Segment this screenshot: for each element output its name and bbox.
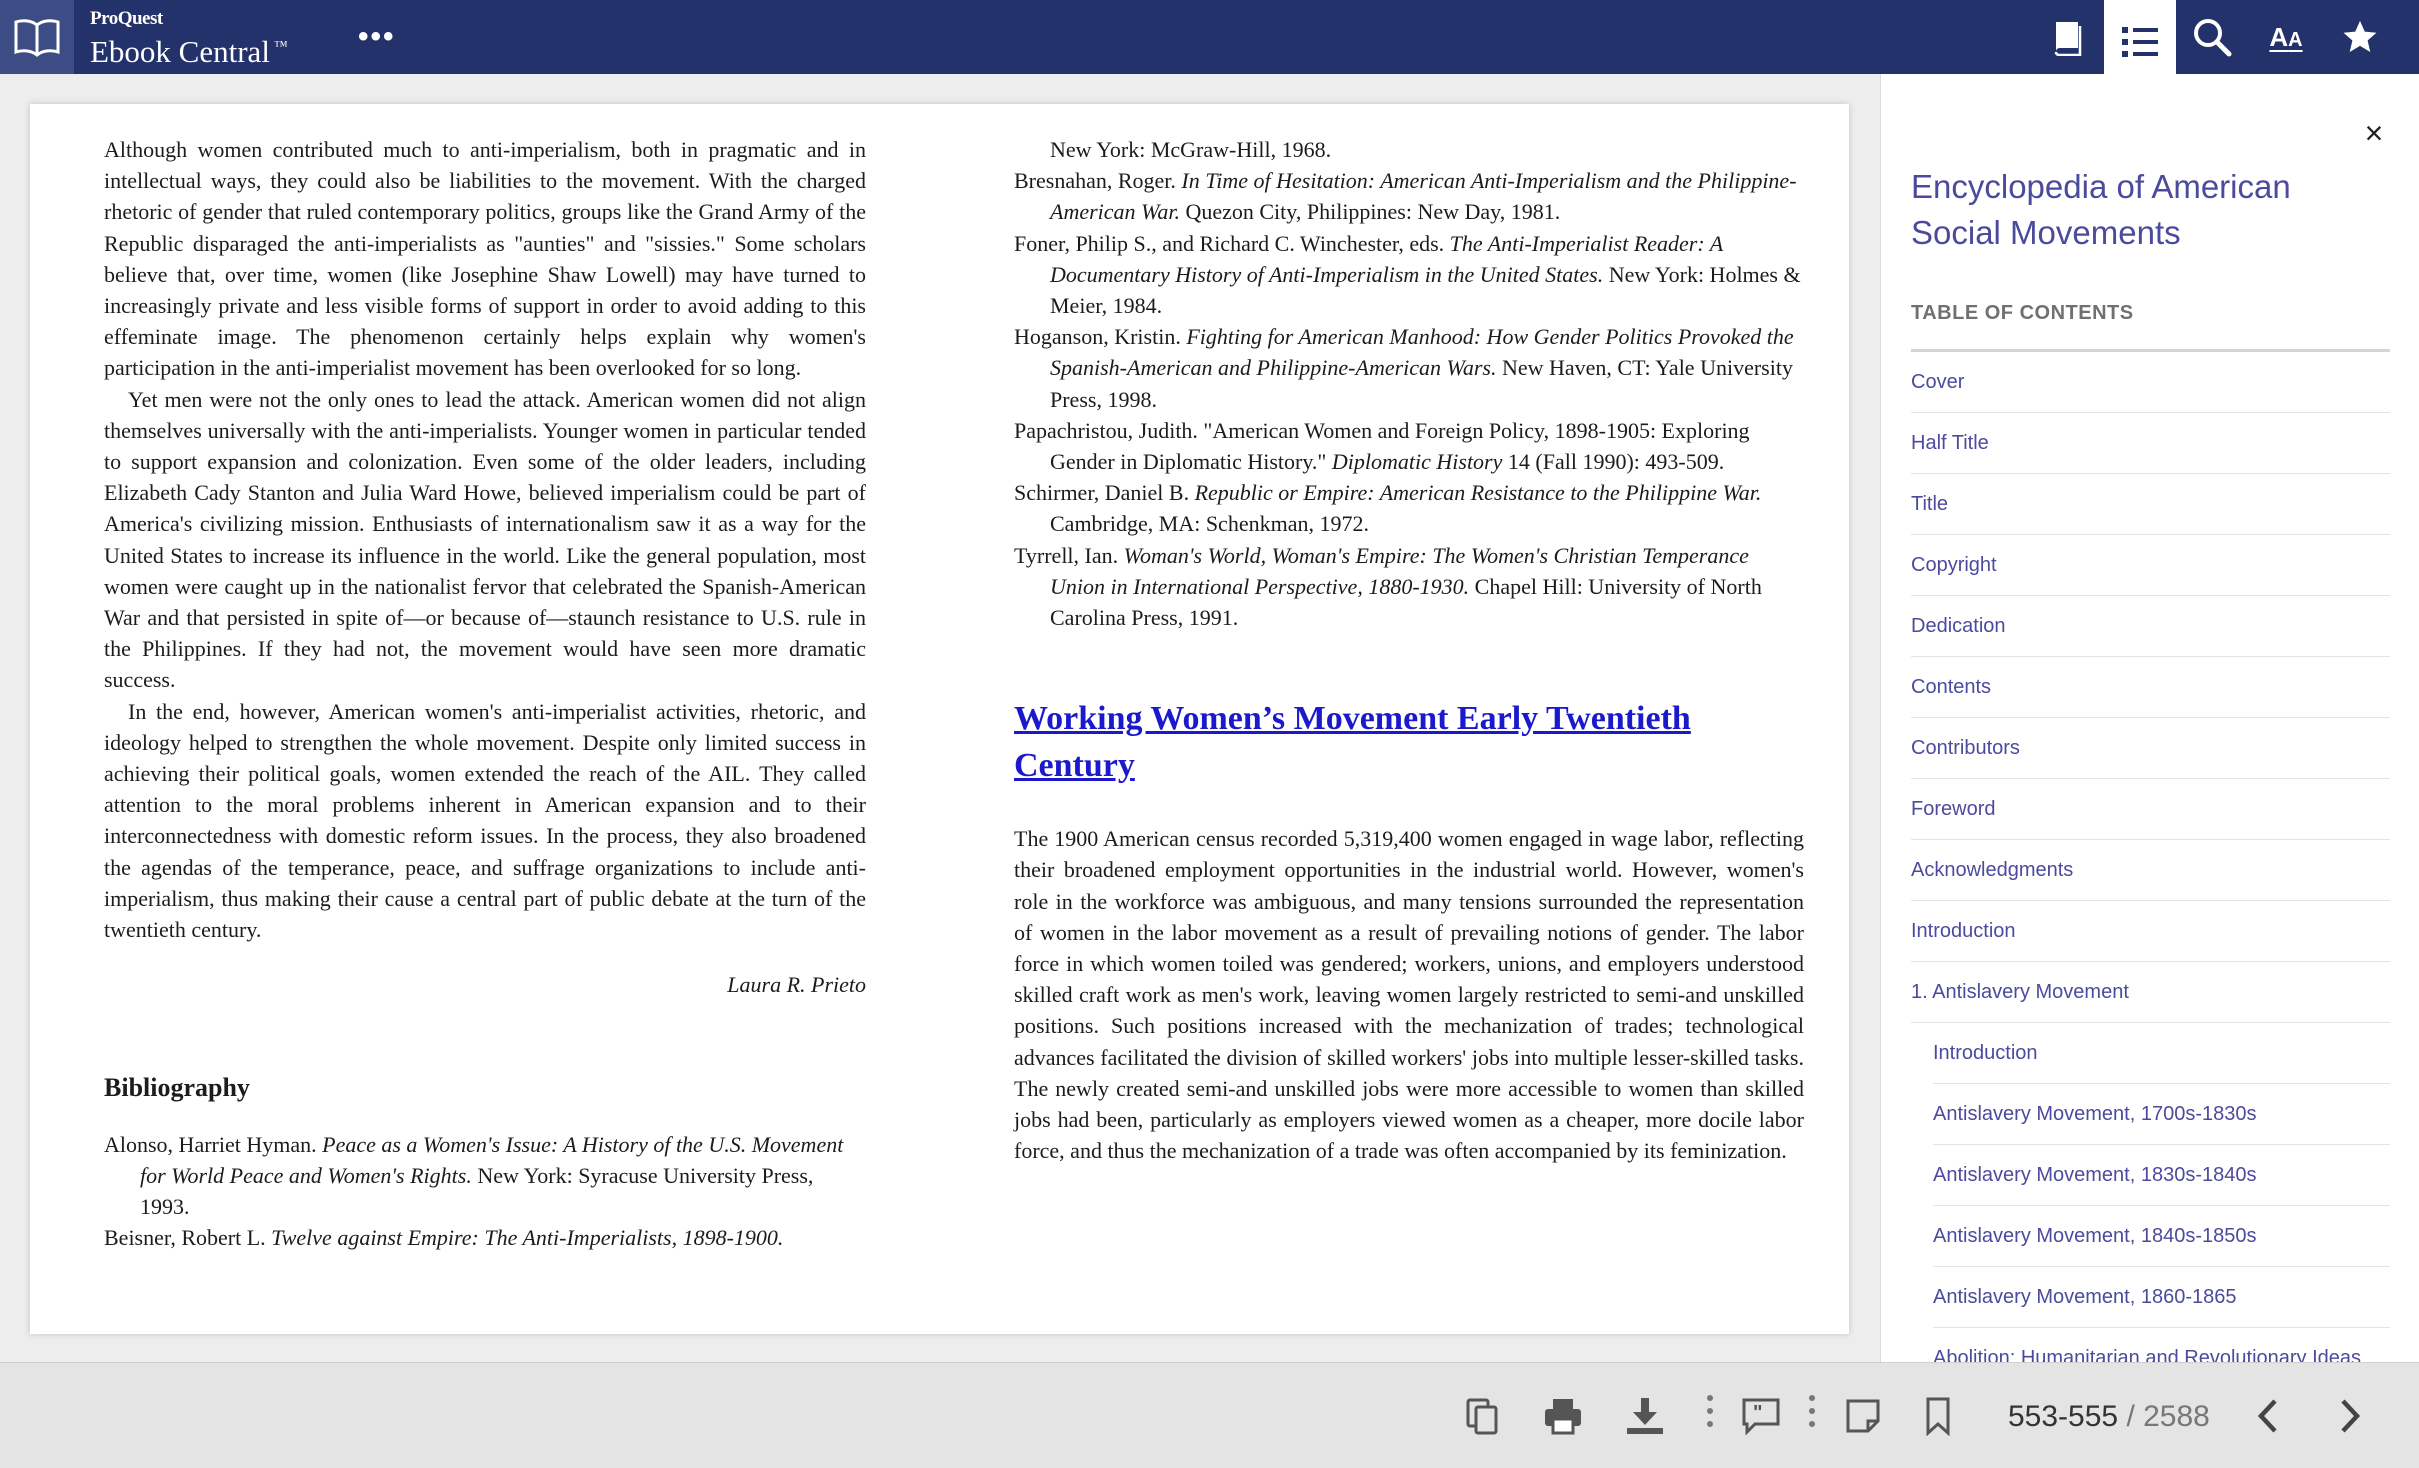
separator-dots: [1807, 1395, 1817, 1434]
bottom-toolbar: " 553-555 / 2588: [0, 1362, 2419, 1468]
ebook-page: Although women contributed much to anti-…: [30, 104, 1849, 1334]
page-total: 2588: [2143, 1400, 2210, 1433]
previous-page-icon[interactable]: [2245, 1393, 2291, 1439]
toc-item[interactable]: Introduction: [1911, 901, 2390, 962]
bibliography-entry: Beisner, Robert L. Twelve against Empire…: [104, 1225, 784, 1251]
toc-item[interactable]: Dedication: [1911, 596, 2390, 657]
toc-item[interactable]: Acknowledgments: [1911, 840, 2390, 901]
more-options-icon[interactable]: •••: [358, 18, 396, 56]
open-book-logo-icon[interactable]: [0, 0, 74, 74]
paragraph: Yet men were not the only ones to lead t…: [104, 386, 866, 693]
bibliography-entry: Papachristou, Judith. "American Women an…: [1014, 417, 1750, 475]
toc-item[interactable]: Contents: [1911, 657, 2390, 718]
article-author: Laura R. Prieto: [727, 972, 866, 998]
toc-item[interactable]: Antislavery Movement, 1860-1865: [1933, 1267, 2390, 1328]
search-icon[interactable]: [2176, 0, 2248, 74]
bibliography-entry: Bresnahan, Roger. In Time of Hesitation:…: [1014, 168, 1797, 225]
brand-company: ProQuest: [90, 8, 163, 29]
download-icon[interactable]: [1622, 1393, 1668, 1439]
brand[interactable]: ProQuest Ebook Central ™: [90, 8, 288, 69]
next-page-icon[interactable]: [2327, 1393, 2373, 1439]
separator-dots: [1705, 1395, 1715, 1434]
bibliography-entry: Alonso, Harriet Hyman. Peace as a Women'…: [104, 1131, 844, 1220]
toc-item[interactable]: Half Title: [1911, 413, 2390, 474]
page-indicator: 553-555 / 2588: [2008, 1397, 2210, 1437]
toc-heading: TABLE OF CONTENTS: [1911, 302, 2134, 324]
trademark-symbol: ™: [273, 39, 288, 54]
table-of-contents-icon[interactable]: [2104, 0, 2176, 84]
toc-item[interactable]: 1. Antislavery Movement: [1911, 962, 2390, 1023]
print-icon[interactable]: [1540, 1393, 1586, 1439]
bookmark-icon[interactable]: [1915, 1393, 1961, 1439]
left-column: Although women contributed much to anti-…: [104, 134, 866, 1254]
page-range: 553-555: [2008, 1400, 2119, 1433]
toc-list: Cover Half Title Title Copyright Dedication C…: [1911, 352, 2390, 1362]
svg-text:": ": [1753, 1402, 1762, 1424]
paragraph: In the end, however, American women's an…: [104, 698, 866, 943]
bibliography-heading: Bibliography: [104, 1073, 250, 1103]
right-column: New York: McGraw-Hill, 1968. Bresnahan, …: [1014, 134, 1804, 1166]
add-note-icon[interactable]: [1840, 1393, 1886, 1439]
book-view-icon[interactable]: [2032, 0, 2104, 74]
toc-item[interactable]: Antislavery Movement, 1830s-1840s: [1933, 1145, 2390, 1206]
toc-item[interactable]: Abolition: Humanitarian and Revolutionar…: [1933, 1328, 2390, 1362]
paragraph: The 1900 American census recorded 5,319,…: [1014, 826, 1804, 1164]
toc-item[interactable]: Copyright: [1911, 535, 2390, 596]
page-separator: /: [2118, 1400, 2144, 1433]
toc-item[interactable]: Antislavery Movement, 1700s-1830s: [1933, 1084, 2390, 1145]
toc-item[interactable]: Antislavery Movement, 1840s-1850s: [1933, 1206, 2390, 1267]
brand-product-name: Ebook Central: [90, 34, 270, 69]
toc-item[interactable]: Cover: [1911, 352, 2390, 413]
bibliography-entry: Hoganson, Kristin. Fighting for American…: [1014, 324, 1794, 412]
copy-icon[interactable]: [1460, 1393, 1506, 1439]
favorite-star-icon[interactable]: [2324, 0, 2396, 74]
toc-item[interactable]: Foreword: [1911, 779, 2390, 840]
text-size-small-letter: A: [2288, 28, 2303, 51]
top-bar: ProQuest Ebook Central ™ ••• AA: [0, 0, 2419, 84]
bibliography-entry-continued: New York: McGraw-Hill, 1968.: [1050, 137, 1332, 162]
bibliography-entry: Foner, Philip S., and Richard C. Winches…: [1014, 230, 1801, 319]
cite-icon[interactable]: ": [1738, 1393, 1784, 1439]
book-title: Encyclopedia of American Social Movement…: [1911, 168, 2291, 251]
text-size-icon[interactable]: AA: [2250, 0, 2322, 74]
close-icon[interactable]: ×: [2359, 117, 2389, 149]
chapter-title-link[interactable]: Working Women’s Movement Early Twentieth…: [1014, 695, 1804, 789]
bibliography-entry: Tyrrell, Ian. Woman's World, Woman's Emp…: [1014, 542, 1762, 631]
paragraph: Although women contributed much to anti-…: [104, 137, 866, 381]
toc-item[interactable]: Title: [1911, 474, 2390, 535]
text-size-big-letter: A: [2269, 21, 2289, 52]
toc-item[interactable]: Introduction: [1933, 1023, 2390, 1084]
toc-sidebar: × Encyclopedia of American Social Moveme…: [1880, 74, 2419, 1362]
toc-item[interactable]: Contributors: [1911, 718, 2390, 779]
bibliography-entry: Schirmer, Daniel B. Republic or Empire: …: [1014, 480, 1762, 537]
